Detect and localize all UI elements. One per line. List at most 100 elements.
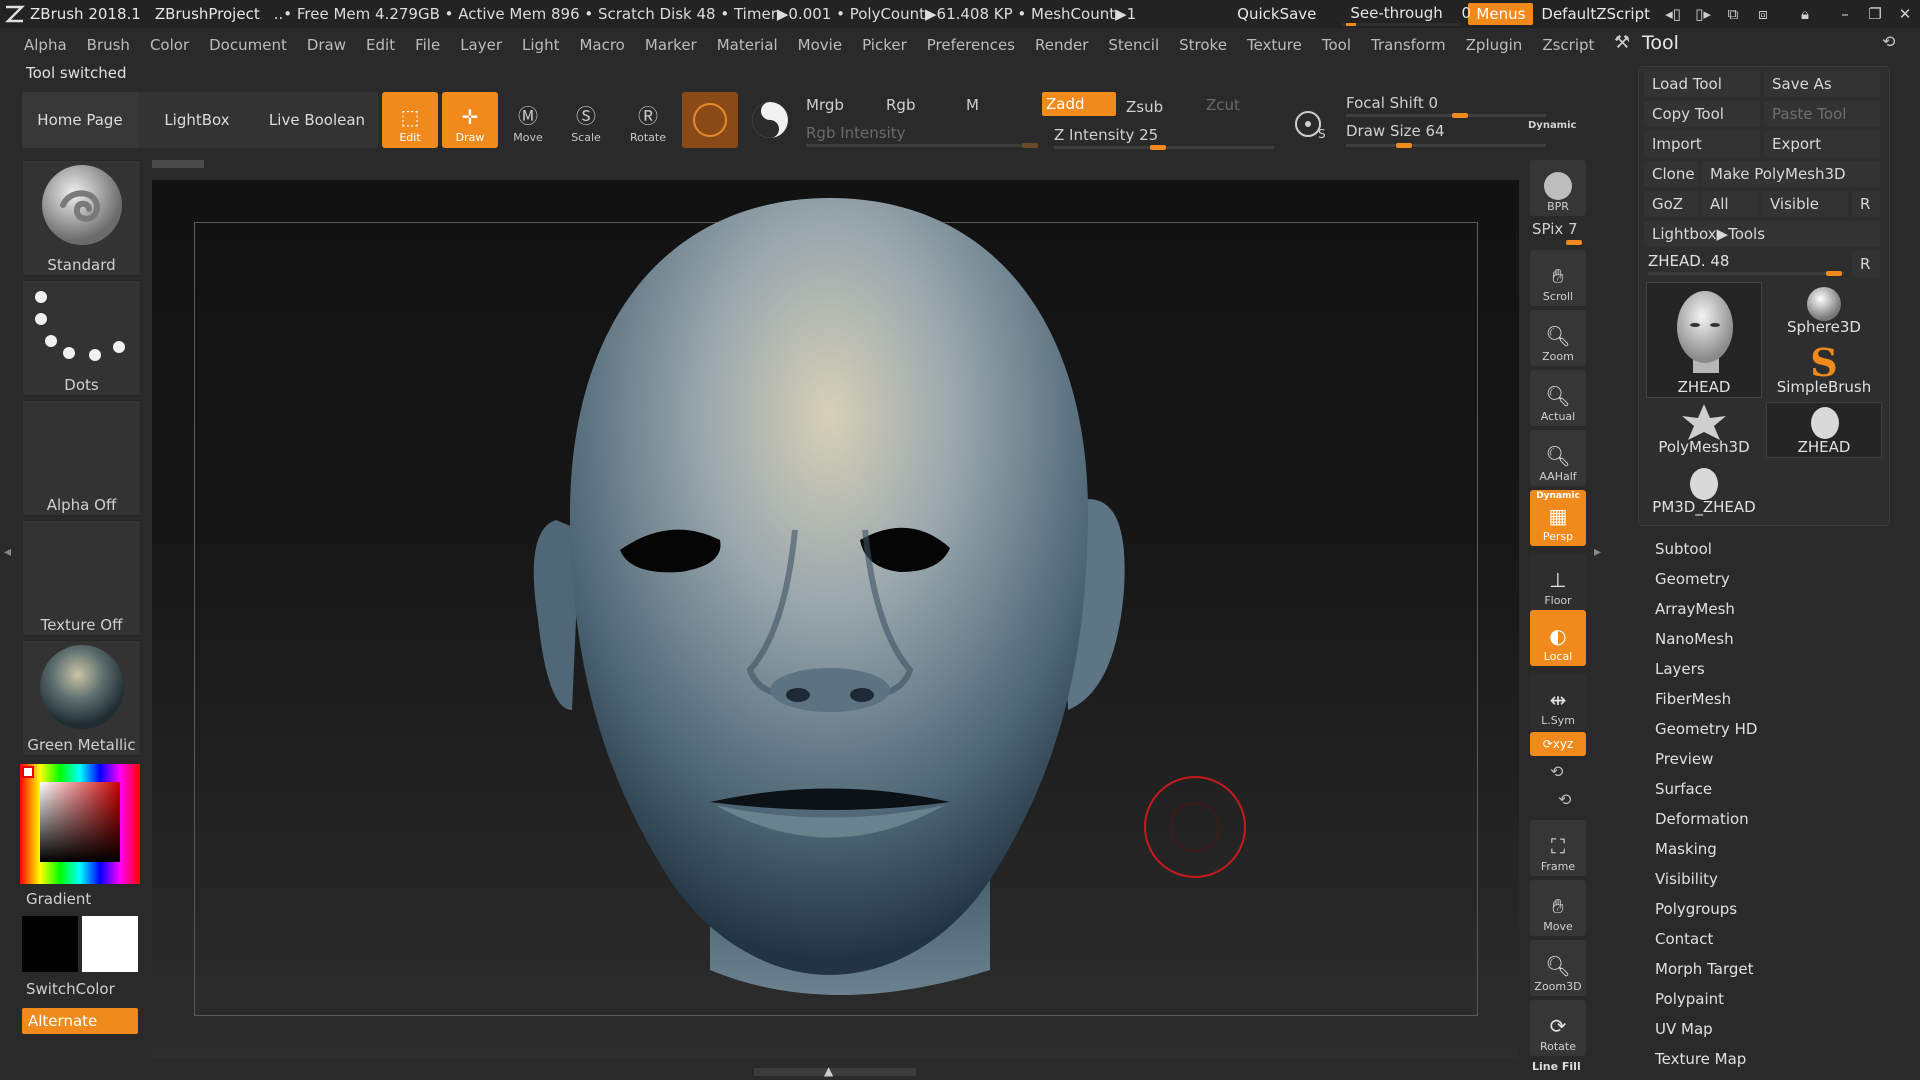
tool-thumb-pm3d-zhead[interactable] bbox=[1646, 462, 1762, 502]
aahalf-button[interactable]: 🔍︎ AAHalf bbox=[1530, 430, 1586, 486]
window-float-icon[interactable]: ⧈ bbox=[1748, 3, 1778, 25]
zoom3d-button[interactable]: 🔍︎ Zoom3D bbox=[1530, 940, 1586, 996]
section-layers[interactable]: Layers bbox=[1655, 660, 1705, 678]
tool-thumb-simplebrush[interactable]: S bbox=[1766, 340, 1882, 385]
lazy-mouse-button[interactable]: S bbox=[1290, 100, 1334, 144]
actual-button[interactable]: 🔍︎ Actual bbox=[1530, 370, 1586, 426]
zsub-toggle[interactable]: Zsub bbox=[1126, 98, 1163, 116]
zcut-toggle[interactable]: Zcut bbox=[1206, 96, 1240, 114]
frame-button[interactable]: ⛶ Frame bbox=[1530, 820, 1586, 876]
right-tray-arrow-icon[interactable]: ▸ bbox=[1594, 544, 1601, 560]
bottom-tray-handle[interactable] bbox=[754, 1068, 916, 1076]
menu-file[interactable]: File bbox=[405, 36, 450, 54]
move-view-button[interactable]: ✋︎ Move bbox=[1530, 880, 1586, 936]
clone-button[interactable]: Clone bbox=[1644, 161, 1698, 187]
section-fibermesh[interactable]: FiberMesh bbox=[1655, 690, 1731, 708]
menu-zscript[interactable]: Zscript bbox=[1532, 36, 1604, 54]
draw-mode-button[interactable]: ✛ Draw bbox=[442, 92, 498, 148]
rotate-y-icon[interactable]: ⟲ bbox=[1550, 762, 1563, 781]
paste-tool-button[interactable]: Paste Tool bbox=[1764, 101, 1880, 127]
menu-texture[interactable]: Texture bbox=[1237, 36, 1312, 54]
save-as-button[interactable]: Save As bbox=[1764, 71, 1880, 97]
current-tool-knob[interactable] bbox=[1826, 271, 1842, 276]
home-page-button[interactable]: Home Page bbox=[22, 92, 138, 148]
menu-marker[interactable]: Marker bbox=[635, 36, 707, 54]
rgb-intensity-knob[interactable] bbox=[1022, 143, 1038, 148]
window-tile-icon[interactable]: ⧉ bbox=[1718, 3, 1748, 25]
section-polygroups[interactable]: Polygroups bbox=[1655, 900, 1737, 918]
menu-material[interactable]: Material bbox=[707, 36, 788, 54]
palette-reset-icon[interactable]: ⟲ bbox=[1882, 32, 1895, 51]
menu-movie[interactable]: Movie bbox=[788, 36, 852, 54]
draw-size-knob[interactable] bbox=[1396, 143, 1412, 148]
menu-document[interactable]: Document bbox=[199, 36, 297, 54]
menu-brush[interactable]: Brush bbox=[77, 36, 140, 54]
focal-shift-knob[interactable] bbox=[1452, 113, 1468, 118]
rgb-toggle[interactable]: Rgb bbox=[886, 96, 915, 114]
section-surface[interactable]: Surface bbox=[1655, 780, 1712, 798]
section-geometry-hd[interactable]: Geometry HD bbox=[1655, 720, 1757, 738]
zadd-toggle[interactable]: Zadd bbox=[1042, 92, 1116, 116]
menu-color[interactable]: Color bbox=[140, 36, 199, 54]
dynamic-toggle[interactable]: Dynamic bbox=[1528, 120, 1576, 131]
section-polypaint[interactable]: Polypaint bbox=[1655, 990, 1724, 1008]
restore-icon[interactable]: ❐ bbox=[1860, 3, 1890, 25]
lightbox-button[interactable]: LightBox bbox=[138, 92, 256, 148]
menu-alpha[interactable]: Alpha bbox=[0, 36, 77, 54]
minimize-icon[interactable]: – bbox=[1830, 3, 1860, 25]
make-polymesh3d-button[interactable]: Make PolyMesh3D bbox=[1702, 161, 1880, 187]
menu-stroke[interactable]: Stroke bbox=[1169, 36, 1237, 54]
lsym-button[interactable]: ⇹ L.Sym bbox=[1530, 674, 1586, 730]
zhead-3d-model[interactable] bbox=[520, 190, 1140, 1020]
copy-tool-button[interactable]: Copy Tool bbox=[1644, 101, 1760, 127]
menu-render[interactable]: Render bbox=[1025, 36, 1098, 54]
tool-thumb-polymesh3d[interactable] bbox=[1646, 402, 1762, 442]
menu-transform[interactable]: Transform bbox=[1361, 36, 1456, 54]
menu-preferences[interactable]: Preferences bbox=[917, 36, 1025, 54]
section-morph-target[interactable]: Morph Target bbox=[1655, 960, 1754, 978]
menu-light[interactable]: Light bbox=[512, 36, 569, 54]
bpr-render-button[interactable]: BPR bbox=[1530, 160, 1586, 216]
layout-right-icon[interactable]: ▯▸ bbox=[1688, 3, 1718, 25]
default-zscript-button[interactable]: DefaultZScript bbox=[1533, 3, 1658, 25]
main-color-swatch[interactable] bbox=[22, 916, 78, 972]
section-subtool[interactable]: Subtool bbox=[1655, 540, 1712, 558]
import-button[interactable]: Import bbox=[1644, 131, 1760, 157]
z-intensity-knob[interactable] bbox=[1150, 145, 1166, 150]
xyz-rotate-toggle[interactable]: ⟳xyz bbox=[1530, 732, 1586, 756]
z-intensity-slider[interactable]: Z Intensity 25 bbox=[1054, 126, 1158, 144]
menu-edit[interactable]: Edit bbox=[356, 36, 405, 54]
tray-toggle-icon[interactable]: ▲ bbox=[824, 1064, 833, 1078]
menu-picker[interactable]: Picker bbox=[852, 36, 917, 54]
gradient-toggle[interactable]: Gradient bbox=[26, 890, 91, 908]
color-picker[interactable] bbox=[20, 764, 140, 884]
section-masking[interactable]: Masking bbox=[1655, 840, 1717, 858]
zoom-button[interactable]: 🔍︎ Zoom bbox=[1530, 310, 1586, 366]
goz-r-button[interactable]: R bbox=[1852, 191, 1880, 217]
goz-visible-button[interactable]: Visible bbox=[1762, 191, 1848, 217]
current-tool-slider[interactable]: ZHEAD. 48 bbox=[1648, 252, 1729, 270]
menus-toggle[interactable]: Menus bbox=[1468, 3, 1534, 25]
section-visibility[interactable]: Visibility bbox=[1655, 870, 1718, 888]
local-button[interactable]: ◐ Local bbox=[1530, 610, 1586, 666]
scroll-button[interactable]: ✋︎ Scroll bbox=[1530, 250, 1586, 306]
line-fill-button[interactable]: Line Fill bbox=[1532, 1060, 1581, 1073]
left-tray-arrow-icon[interactable]: ◂ bbox=[4, 544, 11, 560]
secondary-color-swatch[interactable] bbox=[82, 916, 138, 972]
see-through-slider[interactable]: See-through 0 bbox=[1342, 2, 1471, 26]
move-mode-button[interactable]: Ⓜ Move bbox=[500, 92, 556, 148]
menu-macro[interactable]: Macro bbox=[569, 36, 634, 54]
menu-stencil[interactable]: Stencil bbox=[1098, 36, 1169, 54]
layout-left-icon[interactable]: ◂▯ bbox=[1658, 3, 1688, 25]
persp-button[interactable]: Dynamic ▦ Persp bbox=[1530, 490, 1586, 546]
viewport-tab[interactable] bbox=[152, 160, 204, 168]
edit-mode-button[interactable]: ⬚ Edit bbox=[382, 92, 438, 148]
draw-size-slider[interactable]: Draw Size 64 bbox=[1346, 122, 1445, 140]
section-deformation[interactable]: Deformation bbox=[1655, 810, 1749, 828]
section-contact[interactable]: Contact bbox=[1655, 930, 1713, 948]
switch-color-button[interactable]: SwitchColor bbox=[26, 980, 115, 998]
scale-mode-button[interactable]: Ⓢ Scale bbox=[558, 92, 614, 148]
mrgb-toggle[interactable]: Mrgb bbox=[806, 96, 844, 114]
section-arraymesh[interactable]: ArrayMesh bbox=[1655, 600, 1735, 618]
rotate-view-button[interactable]: ⟳ Rotate bbox=[1530, 1000, 1586, 1056]
